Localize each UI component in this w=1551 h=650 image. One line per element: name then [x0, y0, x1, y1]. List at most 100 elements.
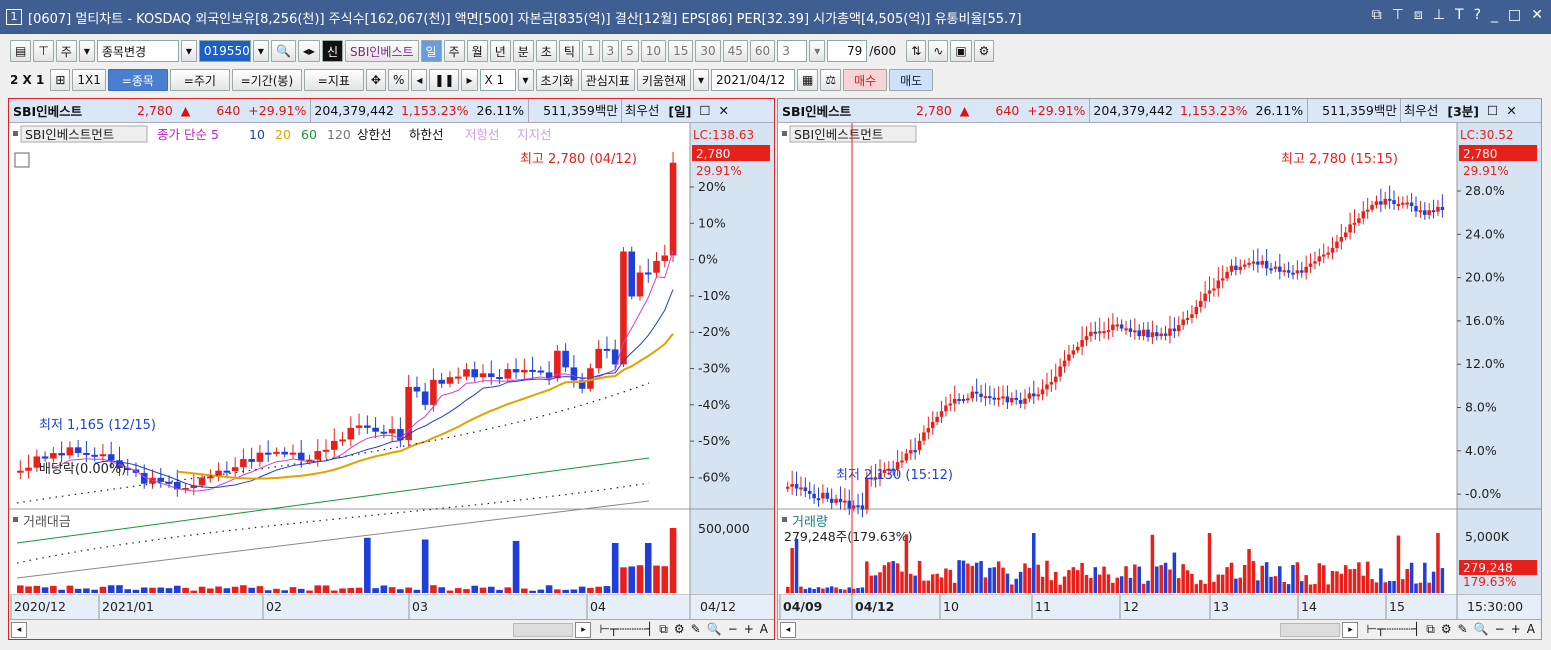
panel-maximize-icon[interactable]: ☐ — [695, 103, 714, 118]
period-day[interactable]: 일 — [420, 40, 442, 62]
axis-label: -60% — [698, 469, 730, 484]
reset-button[interactable]: 초기화 — [535, 69, 579, 91]
stock-code-input[interactable]: 019550 — [198, 40, 251, 62]
panel-volume-pct: 1,153.23% — [1179, 103, 1248, 118]
period-minute[interactable]: 분 — [512, 40, 534, 62]
restore-icon[interactable]: ⧉ — [1372, 7, 1382, 23]
next-icon[interactable]: ▸ — [461, 69, 478, 91]
link-range-button[interactable]: =기간(봉) — [231, 69, 302, 91]
daily-chart[interactable]: SBI인베스트먼트 종가 단순 5 10 20 60 120 상한선 하한선 저항선 지지선 LC:… — [9, 123, 774, 619]
vol-bar — [578, 586, 586, 593]
scrollbar-thumb[interactable] — [1280, 622, 1341, 637]
interval-45[interactable]: 45 — [722, 40, 748, 62]
period-month[interactable]: 월 — [466, 40, 488, 62]
period-second[interactable]: 초 — [535, 40, 557, 62]
zoom-out-icon[interactable]: − — [728, 622, 738, 637]
magnifier-icon[interactable]: 🔍 — [707, 622, 722, 637]
pause-icon[interactable]: ❚❚ — [429, 69, 460, 91]
layout-icon[interactable]: ▤ — [10, 40, 32, 62]
pin-icon[interactable]: ⊤ — [1392, 7, 1404, 23]
scroll-left-icon[interactable]: ◂ — [780, 621, 796, 638]
interval-60[interactable]: 60 — [749, 40, 776, 62]
move-icon[interactable]: ✥ — [365, 69, 386, 91]
close-icon[interactable]: ✕ — [1531, 7, 1543, 23]
copy-icon[interactable]: ⧉ — [1426, 622, 1435, 637]
link-period-button[interactable]: =주기 — [169, 69, 230, 91]
prev-icon[interactable]: ◂ — [411, 69, 428, 91]
period-week[interactable]: 주 — [443, 40, 465, 62]
text-icon[interactable]: A — [1527, 622, 1535, 637]
draw-icon[interactable]: ✎ — [691, 622, 701, 637]
watch-indicator-button[interactable]: 관심지표 — [580, 69, 635, 91]
percent-button[interactable]: % — [387, 69, 410, 91]
candle — [917, 440, 922, 451]
change-dropdown-icon[interactable]: ▾ — [180, 40, 197, 62]
panel-maximize-icon[interactable]: ☐ — [1483, 103, 1502, 118]
link-indicator-button[interactable]: =지표 — [303, 69, 364, 91]
config-icon[interactable]: ⚙ — [674, 622, 685, 637]
vol-bar — [1427, 582, 1431, 593]
maximize-icon[interactable]: □ — [1508, 7, 1521, 23]
scroll-right-icon[interactable]: ▸ — [1342, 621, 1359, 638]
scroll-left-icon[interactable]: ◂ — [11, 621, 27, 638]
chart-panel-3min[interactable]: SBI인베스트 2,780 ▲ 640 +29.91% 204,379,442 … — [777, 98, 1542, 640]
pin-tool-icon[interactable]: ⊤ — [33, 40, 54, 62]
interval-3[interactable]: 3 — [601, 40, 620, 62]
zoom-out-icon[interactable]: − — [1495, 622, 1505, 637]
kiwoom-dropdown-icon[interactable]: ▾ — [693, 69, 710, 91]
zoom-in-icon[interactable]: + — [744, 622, 754, 637]
magnifier-icon[interactable]: 🔍 — [1474, 622, 1489, 637]
help-icon[interactable]: ? — [1474, 7, 1481, 23]
scroll-right-icon[interactable]: ▸ — [575, 621, 592, 638]
chart-panel-daily[interactable]: SBI인베스트 2,780 ▲ 640 +29.91% 204,379,442 … — [8, 98, 775, 640]
buy-button[interactable]: 매수 — [843, 69, 888, 91]
interval-15[interactable]: 15 — [668, 40, 694, 62]
calendar-icon[interactable]: ▦ — [797, 69, 819, 91]
font-icon[interactable]: T — [1455, 7, 1464, 23]
search-icon[interactable]: 🔍 — [270, 40, 296, 62]
panel-close-icon[interactable]: ✕ — [1502, 103, 1520, 118]
minimize-icon[interactable]: _ — [1491, 7, 1498, 23]
multiplier-select[interactable]: X 1 — [479, 69, 516, 91]
settings-icon[interactable]: ⚙ — [973, 40, 995, 62]
type-select[interactable]: 주 — [55, 40, 77, 62]
multiplier-dropdown-icon[interactable]: ▾ — [517, 69, 534, 91]
compare-icon[interactable]: ⇅ — [906, 40, 927, 62]
kiwoom-current-button[interactable]: 키움현재 — [636, 69, 692, 91]
interval-dropdown-icon[interactable]: ▾ — [809, 40, 826, 62]
draw-icon[interactable]: ✎ — [1458, 622, 1468, 637]
code-dropdown-icon[interactable]: ▾ — [252, 40, 269, 62]
period-year[interactable]: 년 — [489, 40, 511, 62]
sound-icon[interactable]: ◂▸ — [297, 40, 320, 62]
vol-bar — [909, 573, 913, 593]
zoom-in-icon[interactable]: + — [1511, 622, 1521, 637]
config-icon[interactable]: ⚙ — [1441, 622, 1452, 637]
panel-close-icon[interactable]: ✕ — [715, 103, 733, 118]
sell-button[interactable]: 매도 — [889, 69, 934, 91]
scrollbar-thumb[interactable] — [513, 622, 574, 637]
cascade-icon[interactable]: ⧈ — [1414, 7, 1423, 23]
zoom-slider-icon[interactable]: ⊢┬┄┄┄┄┤ — [1366, 622, 1420, 637]
link-stock-button[interactable]: =종목 — [107, 69, 168, 91]
interval-1[interactable]: 1 — [581, 40, 600, 62]
count-input[interactable]: 79 — [827, 40, 868, 62]
interval-5[interactable]: 5 — [621, 40, 639, 62]
interval-10[interactable]: 10 — [640, 40, 667, 62]
save-icon[interactable]: ▣ — [950, 40, 972, 62]
tile-icon[interactable]: ⊥ — [1433, 7, 1445, 23]
copy-icon[interactable]: ⧉ — [659, 622, 668, 637]
grid-icon[interactable]: ⊞ — [50, 69, 71, 91]
line-tool-icon[interactable]: ∿ — [928, 40, 949, 62]
date-input[interactable]: 2021/04/12 — [711, 69, 796, 91]
interval-30[interactable]: 30 — [695, 40, 721, 62]
zoom-slider-icon[interactable]: ⊢┬┄┄┄┄┤ — [599, 622, 653, 637]
text-icon[interactable]: A — [760, 622, 768, 637]
vol-bar — [1409, 562, 1414, 593]
interval-input[interactable]: 3 — [777, 40, 808, 62]
buy-sell-icon[interactable]: ⚖ — [820, 69, 842, 91]
type-dropdown-icon[interactable]: ▾ — [78, 40, 95, 62]
change-stock-select[interactable]: 종목변경 — [96, 40, 179, 62]
period-tick[interactable]: 틱 — [558, 40, 580, 62]
intraday-chart[interactable]: SBI인베스트먼트 LC:30.52 2,780 29.91% 28.0% 24.0% 20… — [778, 123, 1541, 619]
single-layout-button[interactable]: 1X1 — [72, 69, 106, 91]
